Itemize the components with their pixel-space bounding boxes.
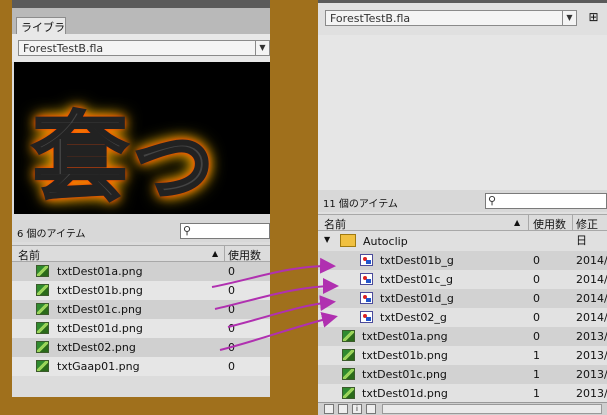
- annotation-arrows: [211, 257, 339, 351]
- arrow-01b: [211, 257, 336, 288]
- arrow-01d: [227, 295, 336, 328]
- arrow-01c: [214, 278, 339, 310]
- arrow-02: [219, 311, 338, 351]
